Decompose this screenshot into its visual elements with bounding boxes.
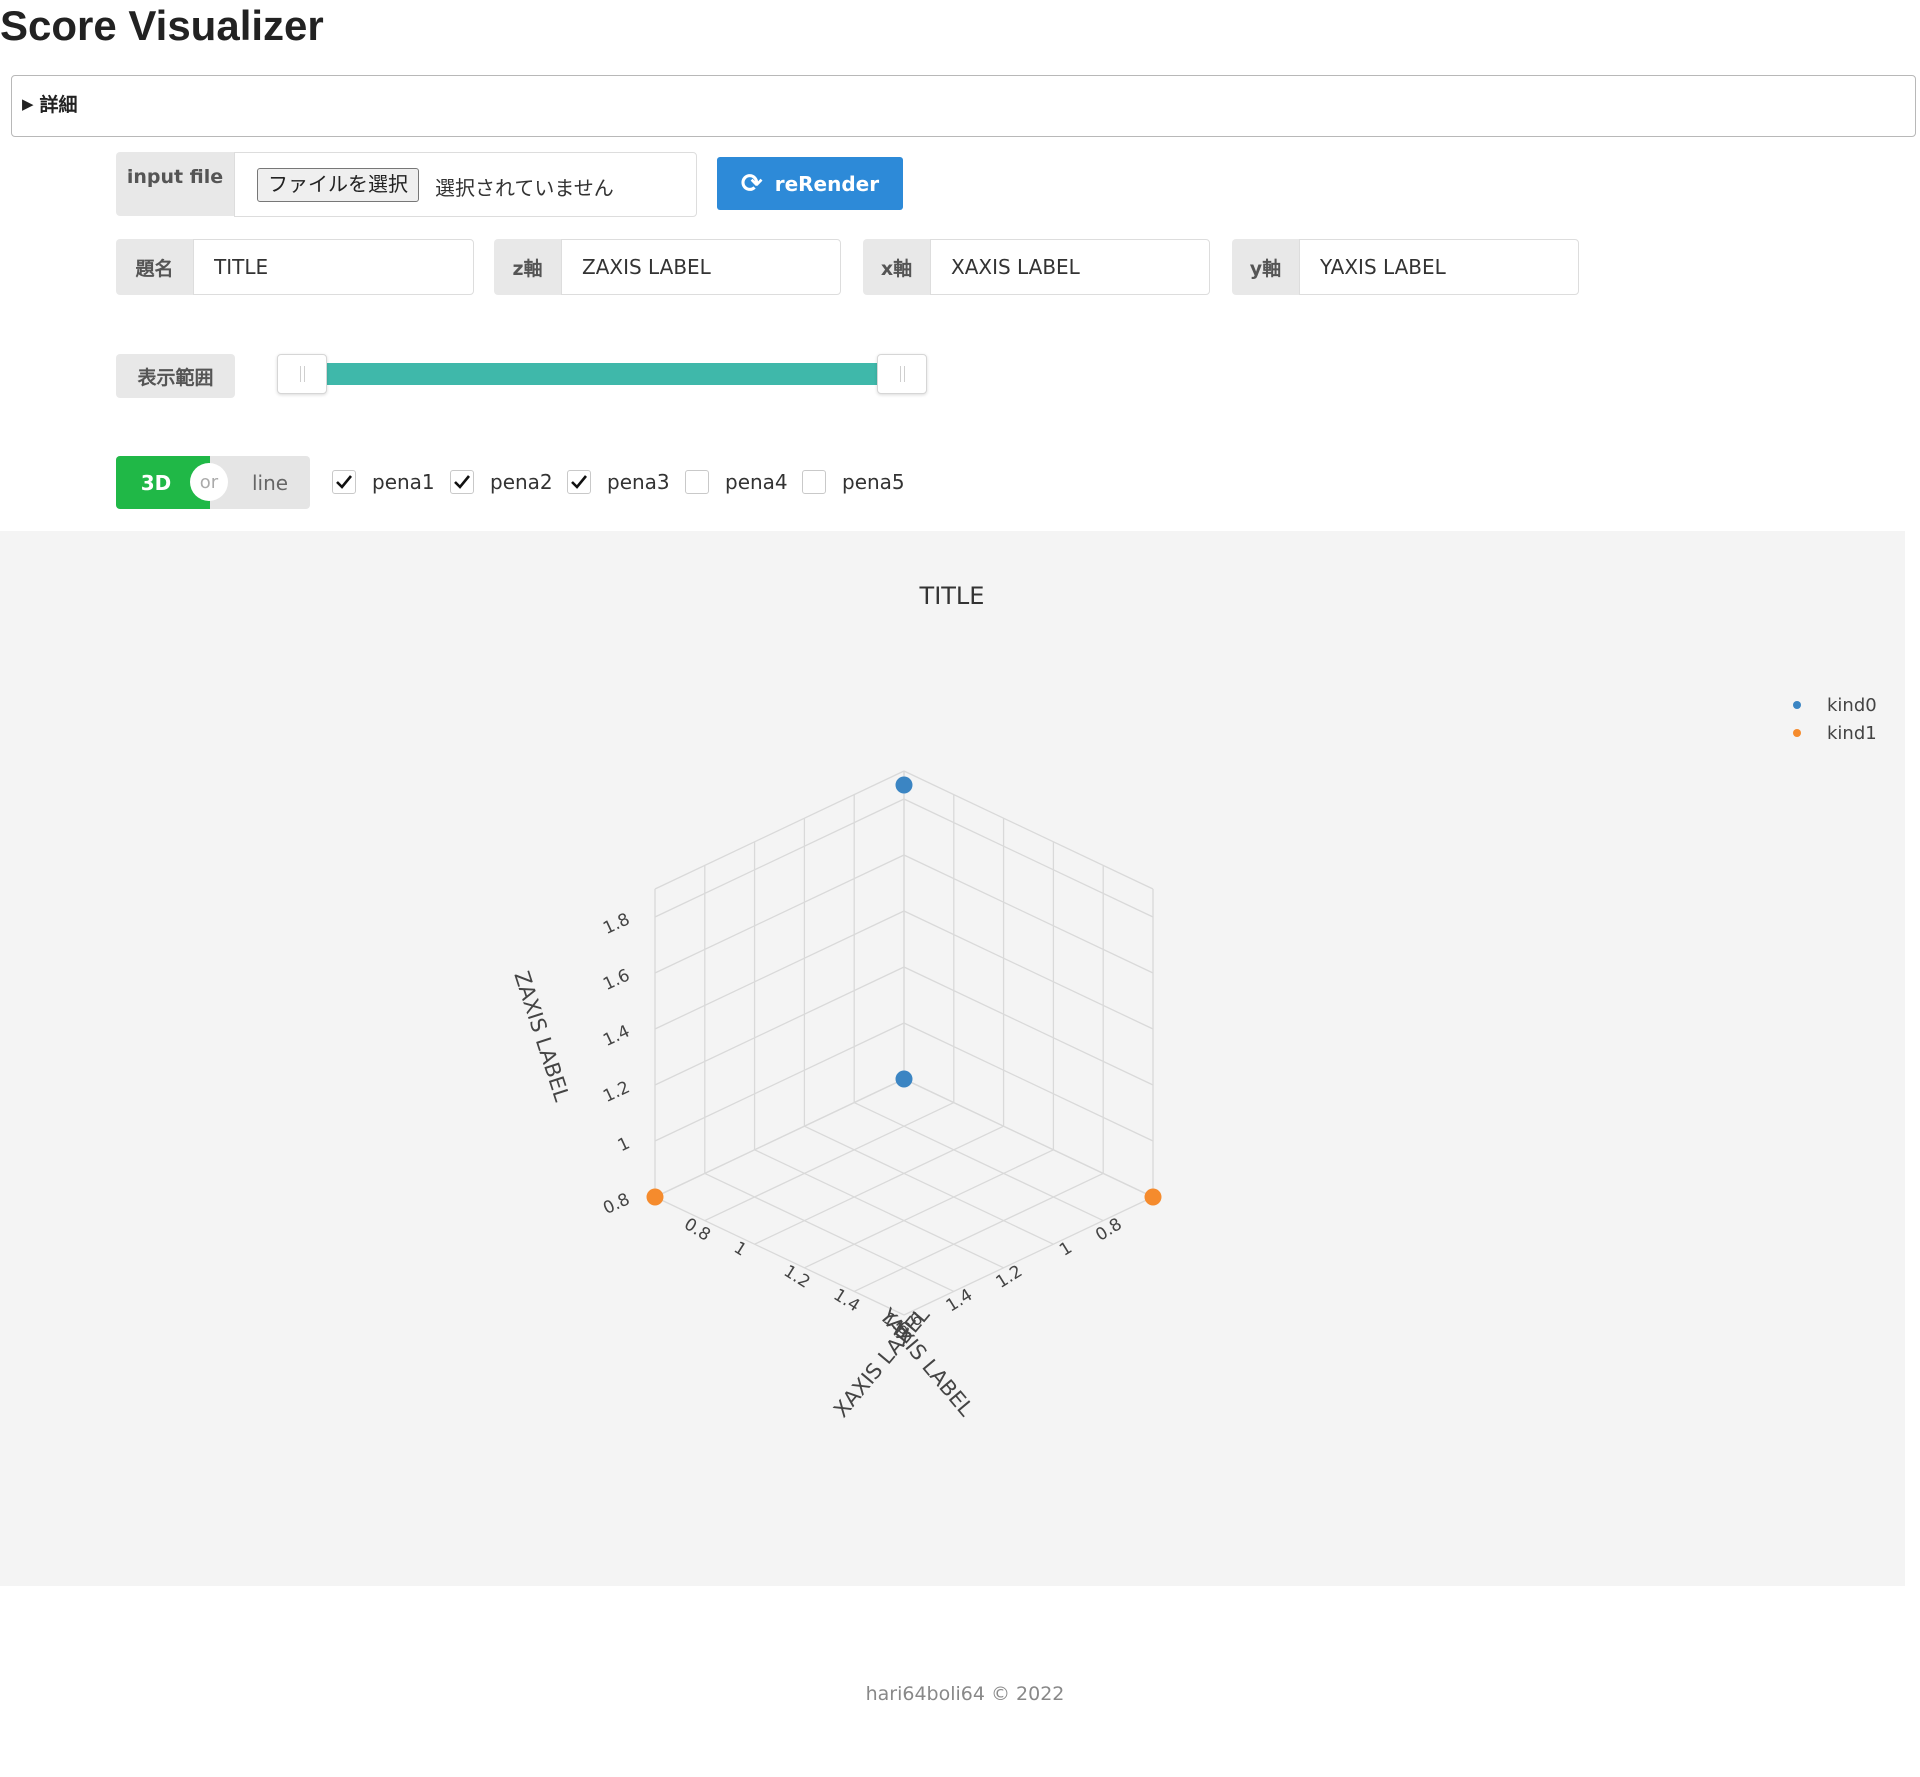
legend-marker-kind0 [1793, 701, 1801, 709]
floor-gridline [754, 1125, 1004, 1245]
file-input[interactable]: ファイルを選択 選択されていません [234, 152, 697, 217]
pena2-checkbox[interactable]: pena2 [450, 470, 553, 494]
legend-marker-kind1 [1793, 729, 1801, 737]
scatter3d-chart[interactable]: 0.811.21.41.60.811.21.41.60.811.21.41.61… [0, 531, 1905, 1586]
wall-gridline [903, 966, 1154, 1086]
check-icon [450, 470, 474, 494]
title-field[interactable] [193, 239, 474, 295]
wall-gridline [654, 770, 905, 890]
xaxis-field[interactable] [930, 239, 1210, 295]
wall-gridline [654, 966, 905, 1086]
z-field-label: z軸 [494, 239, 561, 295]
y-tick-label: 0.8 [1092, 1214, 1126, 1245]
choose-file-button[interactable]: ファイルを選択 [257, 168, 419, 202]
legend-label-kind0: kind0 [1827, 695, 1877, 716]
title-field-label: 題名 [116, 239, 193, 295]
details-panel[interactable]: ▶ 詳細 [11, 75, 1916, 137]
mode-toggle[interactable]: 3D line or [116, 456, 310, 509]
wall-gridline [654, 1078, 905, 1198]
range-label: 表示範囲 [116, 354, 235, 398]
refresh-icon: ⟳ [740, 168, 763, 199]
x-tick-label: 1 [730, 1238, 750, 1261]
pena1-checkbox[interactable]: pena1 [332, 470, 435, 494]
range-handle-max[interactable] [877, 354, 927, 394]
legend-label-kind1: kind1 [1827, 723, 1877, 744]
pena3-label: pena3 [607, 470, 670, 494]
wall-gridline [903, 910, 1154, 1030]
footer: hari64boli64 © 2022 [865, 1683, 1065, 1705]
mode-line-option[interactable]: line [216, 456, 310, 509]
floor-gridline [903, 1196, 1154, 1316]
x-field-label: x軸 [863, 239, 930, 295]
zaxis-field[interactable] [561, 239, 841, 295]
zaxis-input[interactable] [562, 240, 840, 294]
pena4-checkbox[interactable]: pena4 [685, 470, 788, 494]
check-icon [332, 470, 356, 494]
pena5-label: pena5 [842, 470, 905, 494]
caret-right-icon: ▶ [22, 94, 34, 113]
wall-gridline [903, 854, 1154, 974]
floor-gridline [704, 1102, 955, 1222]
z-tick-label: 1.6 [600, 965, 633, 995]
page-title: Score Visualizer [0, 2, 324, 49]
floor-gridline [853, 1172, 1104, 1292]
file-label: input file [116, 152, 234, 216]
floor-gridline [704, 1172, 955, 1292]
xaxis-input[interactable] [931, 240, 1209, 294]
z-tick-label: 0.8 [600, 1189, 633, 1219]
data-point-kind1 [646, 1188, 664, 1206]
data-point-kind1 [1144, 1188, 1162, 1206]
wall-gridline [903, 798, 1154, 918]
wall-gridline [654, 910, 905, 1030]
z-tick-label: 1.8 [600, 909, 633, 939]
range-slider-fill [322, 363, 885, 385]
range-handle-min[interactable] [277, 354, 327, 394]
y-field-label: y軸 [1232, 239, 1299, 295]
mode-or-badge: or [190, 463, 228, 501]
wall-gridline [903, 1022, 1154, 1142]
wall-gridline [654, 854, 905, 974]
y-tick-label: 1 [1056, 1238, 1076, 1261]
title-input[interactable] [194, 240, 473, 294]
file-status: 選択されていません [435, 176, 614, 200]
z-axis-title: ZAXIS LABEL [509, 968, 574, 1104]
y-tick-label: 1.4 [943, 1285, 977, 1316]
z-tick-label: 1.4 [600, 1021, 633, 1051]
rerender-button[interactable]: ⟳ reRender [717, 157, 903, 210]
checkbox-empty-icon [802, 470, 826, 494]
z-tick-label: 1.2 [600, 1077, 633, 1107]
wall-gridline [903, 770, 1154, 890]
details-summary[interactable]: ▶ 詳細 [22, 90, 78, 117]
wall-gridline [654, 1022, 905, 1142]
pena3-checkbox[interactable]: pena3 [567, 470, 670, 494]
wall-gridline [903, 1078, 1154, 1198]
pena1-label: pena1 [372, 470, 435, 494]
data-point-kind0 [895, 776, 913, 794]
chart-title: TITLE [919, 582, 985, 610]
floor-gridline [754, 1149, 1004, 1269]
yaxis-input[interactable] [1300, 240, 1578, 294]
checkbox-empty-icon [685, 470, 709, 494]
rerender-label: reRender [774, 171, 880, 196]
y-tick-label: 1.2 [993, 1261, 1027, 1292]
data-point-kind0 [895, 1070, 913, 1088]
floor-gridline [804, 1125, 1054, 1245]
pena5-checkbox[interactable]: pena5 [802, 470, 905, 494]
floor-gridline [804, 1149, 1054, 1269]
check-icon [567, 470, 591, 494]
yaxis-field[interactable] [1299, 239, 1579, 295]
details-summary-label: 詳細 [39, 94, 78, 116]
wall-gridline [654, 798, 905, 918]
pena2-label: pena2 [490, 470, 553, 494]
z-tick-label: 1 [615, 1133, 633, 1156]
pena4-label: pena4 [725, 470, 788, 494]
floor-gridline [853, 1102, 1104, 1222]
